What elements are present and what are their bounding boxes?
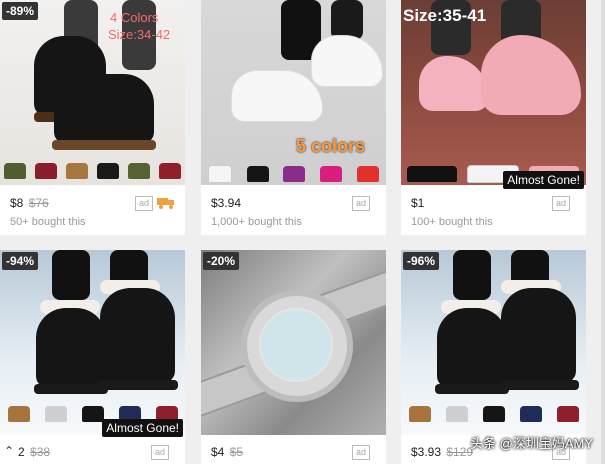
swatch[interactable] bbox=[246, 166, 269, 182]
swatch[interactable] bbox=[81, 406, 104, 422]
bought-count: 50+ bought this bbox=[10, 216, 86, 228]
price: 2 bbox=[18, 445, 25, 459]
product-image[interactable] bbox=[401, 250, 586, 435]
ad-badge: ad bbox=[352, 196, 370, 211]
price-row: $1 bbox=[411, 196, 424, 210]
product-card-1[interactable]: -89% 4 Colors Size:34-42 $8 $76 ad 50+ b… bbox=[0, 0, 185, 235]
swatch[interactable] bbox=[44, 406, 67, 422]
product-card-3[interactable]: Size:35-41 Almost Gone! $1 ad 100+ bough… bbox=[401, 0, 586, 235]
swatch[interactable] bbox=[208, 165, 233, 183]
price: $8 bbox=[10, 196, 24, 210]
watermark: 头条 @深圳宝妈AMY bbox=[470, 436, 593, 451]
price-row: $8 $76 bbox=[10, 196, 49, 210]
swatch[interactable] bbox=[35, 163, 58, 179]
price: $3.94 bbox=[211, 196, 242, 210]
overlay-colors: 5 colors bbox=[296, 136, 366, 156]
price-row: $3.94 bbox=[211, 196, 241, 210]
product-card-5[interactable]: -20% $4 $5 ad bbox=[201, 250, 386, 464]
product-card-4[interactable]: -94% Almost Gone! 2 $38 ⌃ ad bbox=[0, 250, 185, 464]
swatch[interactable] bbox=[408, 406, 431, 422]
swatch[interactable] bbox=[356, 166, 379, 182]
bought-count: 100+ bought this bbox=[411, 216, 493, 228]
original-price: $38 bbox=[30, 445, 51, 459]
discount-badge: -96% bbox=[403, 252, 440, 270]
almost-gone-badge: Almost Gone! bbox=[102, 419, 183, 437]
swatch[interactable] bbox=[127, 163, 150, 179]
swatch[interactable] bbox=[66, 163, 89, 179]
color-swatches[interactable] bbox=[201, 160, 386, 185]
swatch[interactable] bbox=[407, 166, 457, 182]
price-row: $3.93 $129 bbox=[411, 445, 473, 459]
swatch[interactable] bbox=[4, 163, 27, 179]
overlay-size: Size:34-42 bbox=[108, 27, 171, 42]
swatch[interactable] bbox=[320, 166, 343, 182]
ad-badge: ad bbox=[135, 196, 153, 211]
discount-badge: -20% bbox=[203, 252, 240, 270]
original-price: $76 bbox=[28, 196, 49, 210]
chevron-up-icon[interactable]: ⌃ bbox=[4, 444, 14, 458]
product-image[interactable] bbox=[201, 250, 386, 435]
product-image[interactable]: 5 colors bbox=[201, 0, 386, 185]
swatch[interactable] bbox=[519, 406, 542, 422]
swatch[interactable] bbox=[158, 163, 181, 179]
price-row: 2 $38 bbox=[18, 445, 50, 459]
almost-gone-badge: Almost Gone! bbox=[503, 171, 584, 189]
ad-badge: ad bbox=[552, 196, 570, 211]
original-price: $5 bbox=[229, 445, 244, 459]
overlay-size: Size:35-41 bbox=[403, 6, 487, 25]
delivery-truck-icon bbox=[157, 198, 174, 209]
swatch[interactable] bbox=[7, 406, 30, 422]
color-swatches[interactable] bbox=[401, 400, 586, 428]
price: $1 bbox=[411, 196, 425, 210]
product-card-2[interactable]: 5 colors $3.94 ad 1,000+ bought this bbox=[201, 0, 386, 235]
swatch[interactable] bbox=[96, 163, 119, 179]
ad-badge: ad bbox=[151, 445, 169, 460]
swatch[interactable] bbox=[556, 406, 579, 422]
discount-badge: -94% bbox=[2, 252, 39, 270]
price: $4 bbox=[211, 445, 225, 459]
product-image[interactable] bbox=[0, 250, 185, 435]
product-image[interactable] bbox=[401, 0, 586, 185]
ad-badge: ad bbox=[352, 445, 370, 460]
bought-count: 1,000+ bought this bbox=[211, 216, 302, 228]
swatch[interactable] bbox=[482, 406, 505, 422]
overlay-colors: 4 Colors bbox=[110, 10, 159, 25]
swatch[interactable] bbox=[445, 406, 468, 422]
color-swatches[interactable] bbox=[0, 157, 185, 185]
price-row: $4 $5 bbox=[211, 445, 243, 459]
product-card-6[interactable]: -96% $3.93 $129 ad bbox=[401, 250, 586, 464]
discount-badge: -89% bbox=[2, 2, 39, 20]
swatch[interactable] bbox=[283, 166, 306, 182]
right-edge-strip bbox=[601, 0, 605, 464]
price: $3.93 bbox=[411, 445, 442, 459]
